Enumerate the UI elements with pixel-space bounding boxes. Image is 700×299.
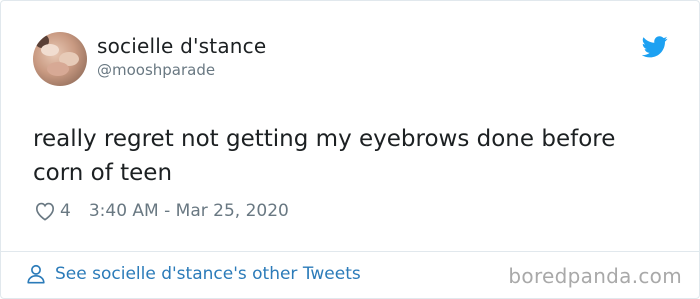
tweet-meta: 4 3:40 AM - Mar 25, 2020 <box>34 201 289 221</box>
user-handle[interactable]: @mooshparade <box>97 61 215 79</box>
tweet-text: really regret not getting my eyebrows do… <box>33 126 616 186</box>
other-tweets-label[interactable]: See socielle d'stance's other Tweets <box>55 264 361 284</box>
twitter-bird-icon[interactable] <box>642 36 668 58</box>
timestamp[interactable]: 3:40 AM - Mar 25, 2020 <box>89 201 289 221</box>
other-tweets-link[interactable]: See socielle d'stance's other Tweets <box>25 263 361 285</box>
person-icon <box>27 264 45 284</box>
tweet-card: socielle d'stance @mooshparade really re… <box>0 0 700 299</box>
divider <box>1 251 699 252</box>
heart-icon[interactable] <box>34 201 56 221</box>
display-name[interactable]: socielle d'stance <box>97 34 266 58</box>
like-count: 4 <box>60 201 71 221</box>
avatar[interactable] <box>33 32 87 86</box>
watermark: boredpanda.com <box>508 264 682 288</box>
